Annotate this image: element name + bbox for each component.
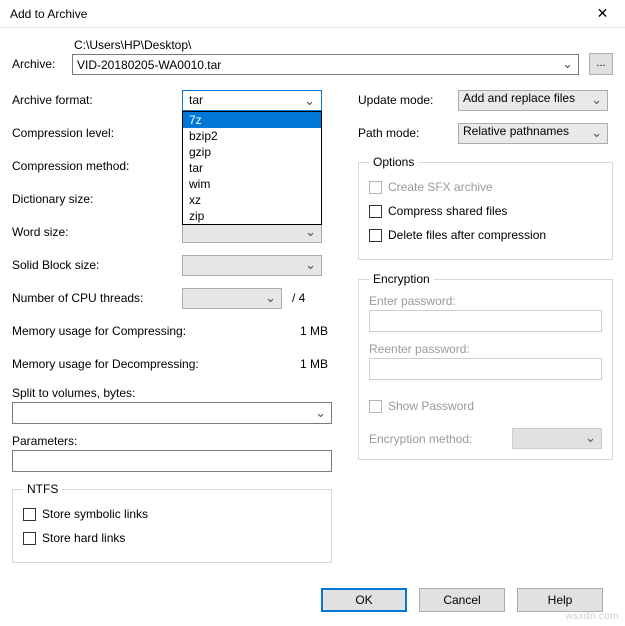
- path-mode-select[interactable]: Relative pathnames: [458, 123, 608, 144]
- ntfs-legend: NTFS: [23, 482, 62, 496]
- cpu-threads-label: Number of CPU threads:: [12, 291, 182, 305]
- enter-password-label: Enter password:: [369, 294, 602, 308]
- close-button[interactable]: ✕: [580, 0, 625, 28]
- update-mode-label: Update mode:: [358, 93, 458, 107]
- encryption-method-label: Encryption method:: [369, 432, 512, 446]
- ok-button[interactable]: OK: [321, 588, 407, 612]
- create-sfx-checkbox: [369, 181, 382, 194]
- format-option-bzip2[interactable]: bzip2: [183, 128, 321, 144]
- encryption-legend: Encryption: [369, 272, 434, 286]
- footer-buttons: OK Cancel Help: [0, 588, 625, 612]
- delete-after-label: Delete files after compression: [388, 228, 546, 242]
- store-hardlinks-checkbox[interactable]: [23, 532, 36, 545]
- archive-path: C:\Users\HP\Desktop\: [72, 38, 579, 52]
- compress-shared-label: Compress shared files: [388, 204, 507, 218]
- watermark: wsxdn.com: [565, 611, 619, 622]
- parameters-label: Parameters:: [12, 434, 332, 448]
- cpu-threads-total: / 4: [292, 291, 305, 305]
- format-option-gzip[interactable]: gzip: [183, 144, 321, 160]
- show-password-checkbox[interactable]: [369, 400, 382, 413]
- update-mode-select[interactable]: Add and replace files: [458, 90, 608, 111]
- close-icon: ✕: [597, 5, 609, 22]
- reenter-password-label: Reenter password:: [369, 342, 602, 356]
- help-button[interactable]: Help: [517, 588, 603, 612]
- parameters-input[interactable]: [12, 450, 332, 472]
- archive-format-select[interactable]: tar: [182, 90, 322, 111]
- show-password-label: Show Password: [388, 399, 474, 413]
- archive-label: Archive:: [12, 57, 72, 75]
- store-hardlinks-label: Store hard links: [42, 531, 125, 545]
- ntfs-group: NTFS Store symbolic links Store hard lin…: [12, 482, 332, 563]
- encryption-group: Encryption Enter password: Reenter passw…: [358, 272, 613, 460]
- titlebar: Add to Archive ✕: [0, 0, 625, 28]
- archive-filename-input[interactable]: [72, 54, 579, 75]
- split-volumes-input[interactable]: [12, 402, 332, 424]
- enter-password-input[interactable]: [369, 310, 602, 332]
- path-mode-label: Path mode:: [358, 126, 458, 140]
- word-size-select[interactable]: [182, 222, 322, 243]
- compress-shared-checkbox[interactable]: [369, 205, 382, 218]
- mem-decompress-label: Memory usage for Decompressing:: [12, 357, 262, 371]
- format-option-tar[interactable]: tar: [183, 160, 321, 176]
- encryption-method-select: [512, 428, 602, 449]
- archive-format-label: Archive format:: [12, 93, 182, 107]
- split-volumes-label: Split to volumes, bytes:: [12, 386, 332, 400]
- mem-compress-value: 1 MB: [262, 324, 332, 338]
- solid-block-label: Solid Block size:: [12, 258, 182, 272]
- compression-level-label: Compression level:: [12, 126, 182, 140]
- browse-button[interactable]: ...: [589, 53, 613, 75]
- format-option-7z[interactable]: 7z: [183, 112, 321, 128]
- solid-block-select[interactable]: [182, 255, 322, 276]
- compression-method-label: Compression method:: [12, 159, 182, 173]
- word-size-label: Word size:: [12, 225, 182, 239]
- archive-format-dropdown: 7zbzip2gziptarwimxzzip: [182, 111, 322, 225]
- format-option-xz[interactable]: xz: [183, 192, 321, 208]
- cpu-threads-select[interactable]: [182, 288, 282, 309]
- mem-compress-label: Memory usage for Compressing:: [12, 324, 262, 338]
- format-option-zip[interactable]: zip: [183, 208, 321, 224]
- mem-decompress-value: 1 MB: [262, 357, 332, 371]
- create-sfx-label: Create SFX archive: [388, 180, 493, 194]
- store-symlinks-checkbox[interactable]: [23, 508, 36, 521]
- options-group: Options Create SFX archive Compress shar…: [358, 155, 613, 260]
- options-legend: Options: [369, 155, 418, 169]
- reenter-password-input[interactable]: [369, 358, 602, 380]
- cancel-button[interactable]: Cancel: [419, 588, 505, 612]
- store-symlinks-label: Store symbolic links: [42, 507, 148, 521]
- format-option-wim[interactable]: wim: [183, 176, 321, 192]
- delete-after-checkbox[interactable]: [369, 229, 382, 242]
- dictionary-size-label: Dictionary size:: [12, 192, 182, 206]
- archive-format-value: tar: [189, 93, 203, 107]
- window-title: Add to Archive: [10, 7, 87, 21]
